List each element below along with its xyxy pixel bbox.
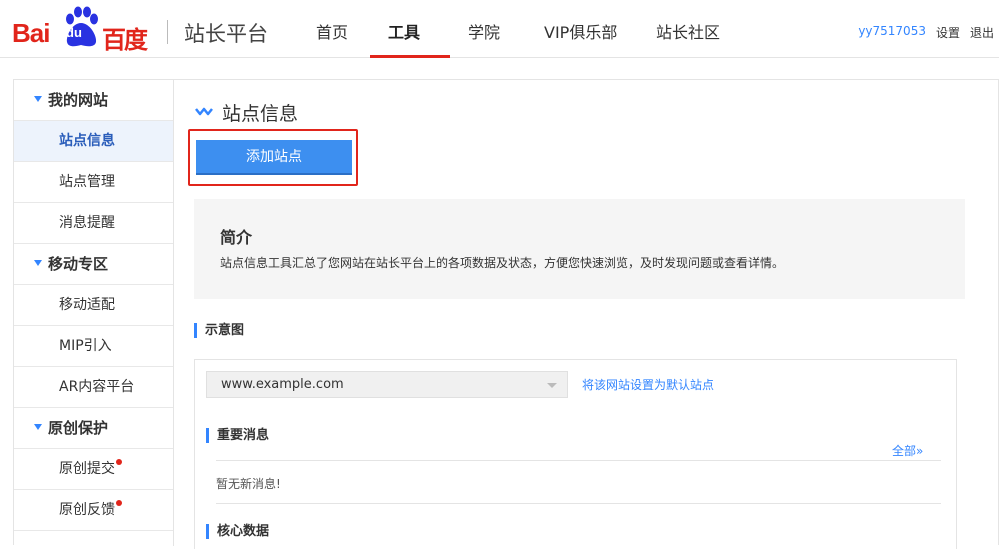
add-site-button[interactable]: 添加站点 xyxy=(196,140,352,175)
sidebar-item-label: 原创反馈 xyxy=(59,502,115,518)
intro-box: 简介 站点信息工具汇总了您网站在站长平台上的各项数据及状态，方便您快速浏览，及时… xyxy=(194,199,965,299)
logout-link[interactable]: 退出 xyxy=(970,24,994,41)
nav-item-academy[interactable]: 学院 xyxy=(450,0,526,58)
site-select[interactable]: www.example.com xyxy=(206,371,568,398)
top-header: Bai du 百度 站长平台 首页 工具 学院 VIP俱乐部 站长社区 yy75… xyxy=(0,0,999,58)
notification-dot xyxy=(116,500,122,506)
add-site-highlight: 添加站点 xyxy=(188,129,358,186)
sidebar-item-mobile-adaptation[interactable]: 移动适配 xyxy=(14,285,173,326)
page-title: 站点信息 xyxy=(194,99,298,126)
brand-divider xyxy=(167,20,168,44)
divider xyxy=(216,460,941,461)
notification-dot xyxy=(116,459,122,465)
no-news-text: 暂无新消息! xyxy=(216,477,281,491)
product-title[interactable]: 站长平台 xyxy=(184,18,268,48)
view-all-link[interactable]: 全部» xyxy=(892,442,923,459)
diagram-panel: www.example.com 将该网站设置为默认站点 重要消息 全部» 暂无新… xyxy=(194,359,957,549)
core-data-label: 核心数据 xyxy=(206,524,269,539)
sidebar-item-site-management[interactable]: 站点管理 xyxy=(14,162,173,203)
nav-item-vip-club[interactable]: VIP俱乐部 xyxy=(526,0,638,58)
nav-item-community[interactable]: 站长社区 xyxy=(638,0,738,58)
sidebar-item-site-info[interactable]: 站点信息 xyxy=(14,121,173,162)
sidebar-group-label: 我的网站 xyxy=(48,91,109,109)
sidebar-item-original-feedback[interactable]: 原创反馈 xyxy=(14,490,173,531)
sidebar-group-label: 原创保护 xyxy=(48,419,109,437)
main-content: 站点信息 添加站点 简介 站点信息工具汇总了您网站在站长平台上的各项数据及状态，… xyxy=(174,80,998,549)
page-title-text: 站点信息 xyxy=(222,103,299,125)
intro-text: 站点信息工具汇总了您网站在站长平台上的各项数据及状态，方便您快速浏览，及时发现问… xyxy=(220,256,785,270)
diagram-section-label: 示意图 xyxy=(194,323,244,338)
chevron-down-icon xyxy=(195,107,213,116)
sidebar: 我的网站 站点信息 站点管理 消息提醒 移动专区 移动适配 MIP引入 AR内容… xyxy=(14,80,174,546)
sidebar-item-message-alerts[interactable]: 消息提醒 xyxy=(14,203,173,244)
caret-down-icon xyxy=(34,423,42,430)
intro-title: 简介 xyxy=(220,228,253,247)
sidebar-item-label: 移动适配 xyxy=(59,297,115,313)
sidebar-item-label: 原创提交 xyxy=(59,461,115,477)
sidebar-group-label: 移动专区 xyxy=(48,255,109,273)
site-select-value: www.example.com xyxy=(221,377,344,392)
sidebar-item-label: MIP引入 xyxy=(59,338,112,354)
logo-chinese-text: 百度 xyxy=(102,26,148,54)
username-link[interactable]: yy7517053 xyxy=(858,24,926,41)
set-default-site-link[interactable]: 将该网站设置为默认站点 xyxy=(582,376,714,393)
baidu-logo[interactable]: Bai du 百度 xyxy=(12,4,152,54)
divider xyxy=(216,503,941,504)
sidebar-item-label: 消息提醒 xyxy=(59,215,115,231)
user-area: yy7517053 设置 退出 xyxy=(858,24,994,41)
sidebar-item-ar-content[interactable]: AR内容平台 xyxy=(14,367,173,408)
sidebar-item-label: 站点管理 xyxy=(59,174,115,190)
logo-du-text: du xyxy=(66,25,82,40)
caret-down-icon xyxy=(34,259,42,266)
nav-item-home[interactable]: 首页 xyxy=(298,0,370,58)
settings-link[interactable]: 设置 xyxy=(936,24,960,41)
sidebar-item-label: 站点信息 xyxy=(59,133,115,149)
logo-latin-text: Bai xyxy=(12,18,50,48)
sidebar-item-mip[interactable]: MIP引入 xyxy=(14,326,173,367)
important-news-label: 重要消息 xyxy=(206,428,269,443)
sidebar-item-label: AR内容平台 xyxy=(59,379,135,395)
sidebar-group-my-sites[interactable]: 我的网站 xyxy=(14,80,173,121)
nav-item-tools[interactable]: 工具 xyxy=(370,0,450,58)
sidebar-group-mobile[interactable]: 移动专区 xyxy=(14,244,173,285)
content-container: 我的网站 站点信息 站点管理 消息提醒 移动专区 移动适配 MIP引入 AR内容… xyxy=(13,79,999,549)
top-nav: 首页 工具 学院 VIP俱乐部 站长社区 xyxy=(298,0,738,58)
chevron-down-icon xyxy=(547,383,557,388)
sidebar-group-original-protection[interactable]: 原创保护 xyxy=(14,408,173,449)
sidebar-item-original-submit[interactable]: 原创提交 xyxy=(14,449,173,490)
caret-down-icon xyxy=(34,95,42,102)
